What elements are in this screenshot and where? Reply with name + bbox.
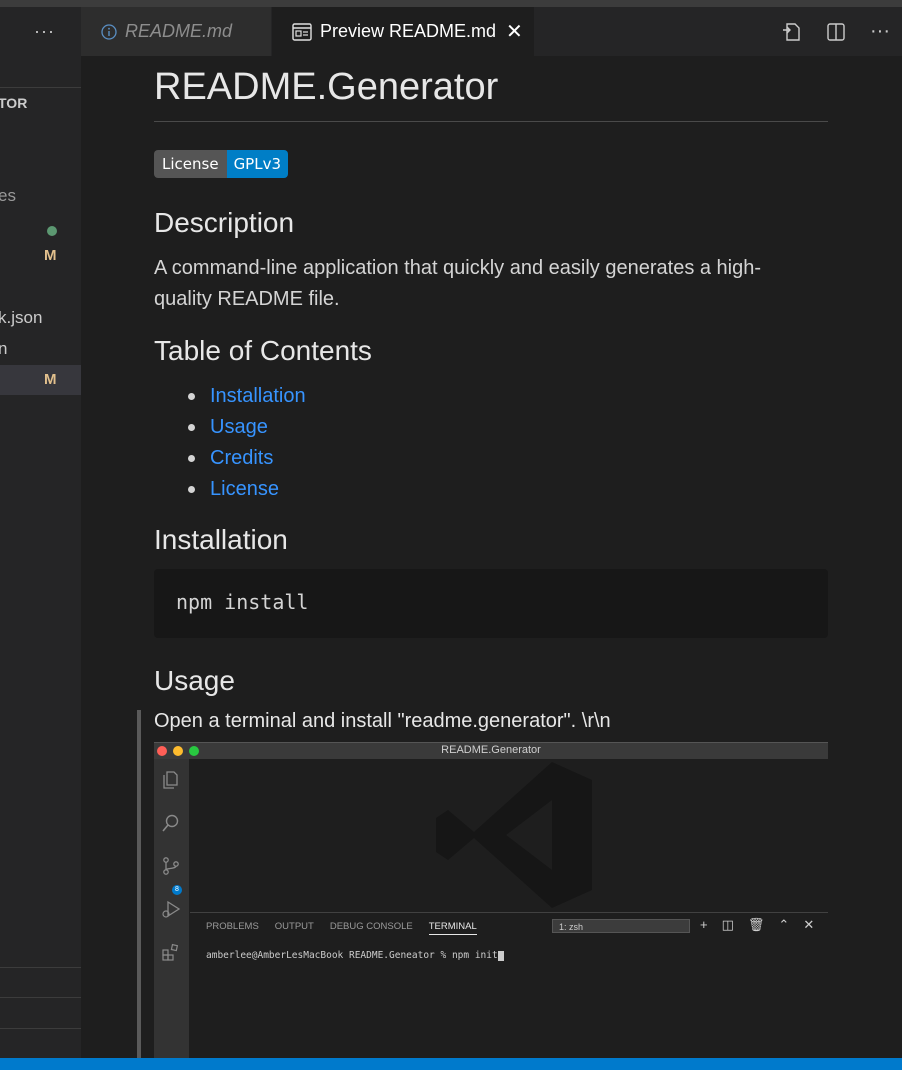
open-source-icon[interactable] [770, 21, 814, 43]
file-item[interactable]: es [0, 181, 81, 211]
source-control-icon [160, 855, 182, 877]
panel-actions: + ◫ 🗑 ⌃ ✕ [700, 917, 814, 933]
description-text: A command-line application that quickly … [154, 257, 762, 310]
license-badge-label: License [154, 150, 227, 178]
run-debug-icon [160, 898, 182, 920]
file-item[interactable]: M [0, 241, 81, 271]
toc-heading: Table of Contents [154, 335, 372, 366]
split-icon: ◫ [721, 917, 734, 932]
preview-icon [292, 22, 312, 41]
close-icon[interactable]: ✕ [506, 19, 523, 44]
search-icon [160, 812, 182, 834]
modified-badge: M [44, 371, 57, 388]
trash-icon: 🗑 [747, 917, 765, 932]
scm-count-badge: 8 [172, 885, 182, 895]
usage-heading: Usage [154, 665, 235, 696]
close-icon: ✕ [803, 917, 815, 932]
explorer-section-title[interactable]: TOR [0, 95, 27, 111]
window-top-strip [0, 0, 902, 7]
toc-list: Installation Usage Credits License [154, 381, 306, 505]
info-icon [101, 23, 117, 40]
terminal-select: 1: zsh [552, 919, 690, 933]
toc-link-usage[interactable]: Usage [210, 416, 268, 438]
editor-tab-bar: README.md Preview README.md ✕ ··· [81, 7, 902, 56]
blockquote-bar [137, 710, 141, 1058]
embedded-activity-bar: 8 [154, 759, 189, 1058]
files-icon [160, 769, 182, 791]
file-item-label: k.json [0, 308, 43, 327]
installation-heading: Installation [154, 524, 288, 555]
panel-tab: PROBLEMS [206, 921, 259, 932]
license-badge-value: GPLv3 [226, 150, 289, 178]
explorer-sidebar: ··· TOR es M k.json n M [0, 7, 81, 1058]
sidebar-more-actions-icon[interactable]: ··· [34, 21, 55, 42]
extensions-icon [160, 941, 182, 963]
title-divider [154, 121, 828, 122]
file-item[interactable]: n [0, 334, 81, 364]
terminal-line: amberlee@AmberLesMacBook README.Geneator… [206, 950, 498, 961]
sidebar-divider [0, 1028, 81, 1029]
sidebar-divider [0, 87, 81, 88]
toc-link-installation[interactable]: Installation [210, 385, 306, 407]
toc-link-license[interactable]: License [210, 478, 279, 500]
plus-icon: + [700, 917, 708, 932]
tab-label: Preview README.md [320, 21, 497, 41]
file-item[interactable]: k.json [0, 303, 81, 333]
markdown-preview: README.Generator License GPLv3 Descripti… [81, 56, 902, 1058]
terminal-cursor [497, 950, 504, 961]
embedded-window-title: README.Generator [441, 744, 541, 756]
list-item: Usage [188, 412, 306, 443]
vscode-watermark-icon [434, 760, 594, 915]
description-heading: Description [154, 207, 295, 238]
sidebar-divider [0, 967, 81, 968]
tab-preview-readme-md[interactable]: Preview README.md ✕ [272, 7, 534, 56]
sidebar-divider [0, 997, 81, 998]
chevron-up-icon: ⌃ [778, 917, 790, 932]
embedded-terminal-panel: PROBLEMS OUTPUT DEBUG CONSOLE TERMINAL 1… [190, 912, 828, 1058]
panel-tab: DEBUG CONSOLE [329, 921, 413, 932]
file-item-label: es [0, 186, 16, 205]
panel-tabs: PROBLEMS OUTPUT DEBUG CONSOLE TERMINAL [206, 921, 477, 935]
more-actions-icon[interactable]: ··· [858, 20, 902, 43]
file-item-label: n [0, 339, 8, 358]
toc-link-credits[interactable]: Credits [210, 447, 273, 469]
editor-actions: ··· [770, 7, 902, 56]
code-block: npm install [154, 569, 828, 638]
tab-label: README.md [125, 21, 233, 41]
modified-badge: M [44, 247, 57, 264]
terminal-output: amberlee@AmberLesMacBook README.Geneator… [206, 950, 504, 961]
license-badge: License GPLv3 [154, 150, 289, 178]
list-item: Credits [188, 443, 306, 474]
install-command: npm install [176, 590, 309, 614]
list-item: Installation [188, 381, 306, 412]
panel-tab-active: TERMINAL [428, 921, 477, 935]
file-item-selected[interactable]: M [0, 365, 81, 395]
panel-tab: OUTPUT [274, 921, 314, 932]
status-bar [0, 1058, 902, 1070]
list-item: License [188, 474, 306, 505]
untracked-dot-icon [47, 226, 57, 236]
tab-readme-md[interactable]: README.md [81, 7, 271, 56]
page-title: README.Generator [154, 66, 499, 108]
embedded-screenshot: README.Generator 8 PROBLEMS OUTPUT DEBUG… [154, 742, 828, 1058]
usage-text: Open a terminal and install "readme.gene… [154, 710, 611, 732]
embedded-titlebar: README.Generator [154, 742, 828, 759]
split-editor-icon[interactable] [814, 22, 858, 42]
